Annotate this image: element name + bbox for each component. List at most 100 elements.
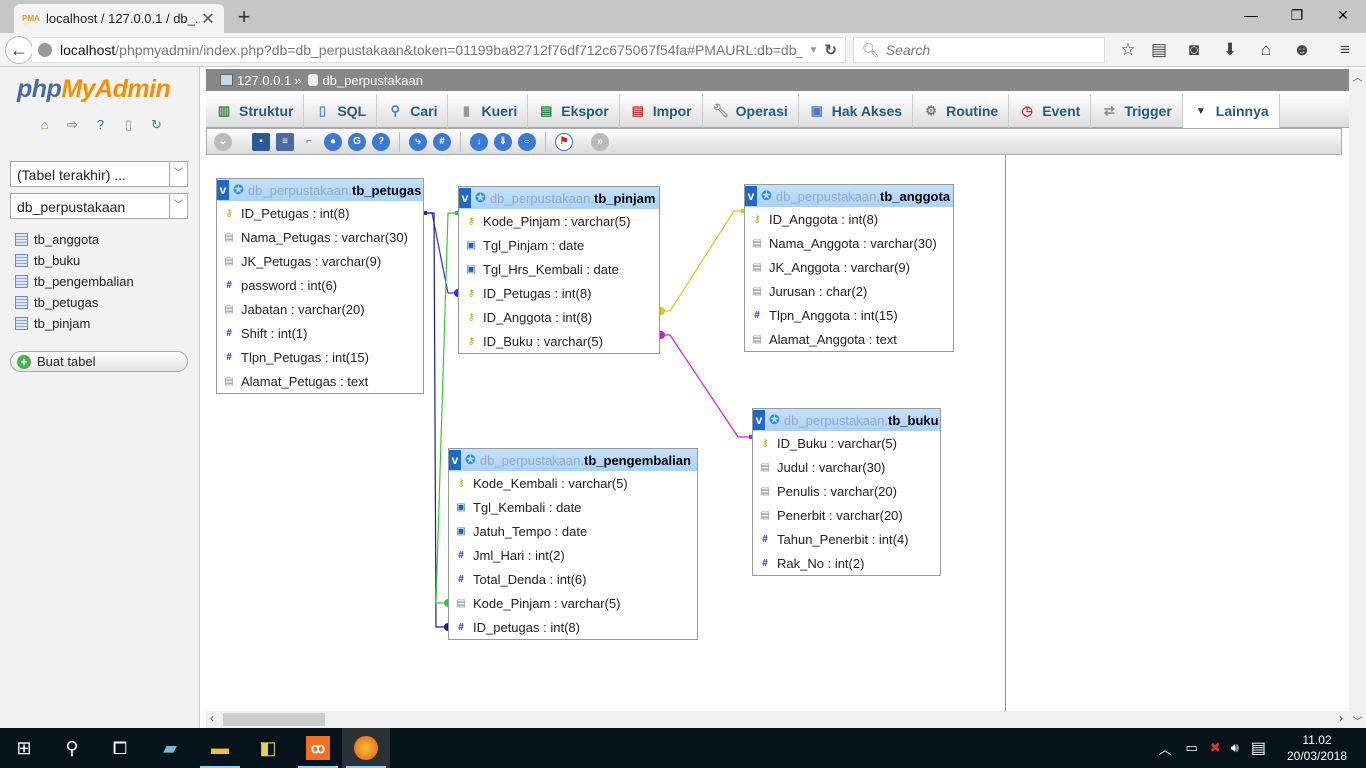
table-column-row[interactable]: ▣ Tgl_Hrs_Kembali : date — [459, 257, 659, 281]
table-column-row[interactable]: ▣ Tgl_Pinjam : date — [459, 233, 659, 257]
url-dropdown-icon[interactable]: ▼ — [809, 45, 819, 56]
sidebar-item-tb-petugas[interactable]: tb_petugas — [15, 292, 134, 313]
show-hidden-icons[interactable]: ︿ — [1158, 739, 1171, 758]
table-column-row[interactable]: # Shift : int(1) — [217, 321, 423, 345]
horizontal-scroll-thumb[interactable] — [223, 713, 325, 726]
table-column-row[interactable]: ▤ Jurusan : char(2) — [745, 279, 953, 303]
table-column-row[interactable]: ⚷ Kode_Kembali : varchar(5) — [449, 471, 697, 495]
table-column-row[interactable]: # Tlpn_Petugas : int(15) — [217, 345, 423, 369]
table-column-row[interactable]: ▤ Penerbit : varchar(20) — [753, 503, 940, 527]
table-column-row[interactable]: ▤ JK_Petugas : varchar(9) — [217, 249, 423, 273]
table-column-row[interactable]: # Tlpn_Anggota : int(15) — [745, 303, 953, 327]
table-column-row[interactable]: # Jml_Hari : int(2) — [449, 543, 697, 567]
small-big-all-icon[interactable]: ↓ — [470, 132, 488, 151]
table-options-icon[interactable]: ✪ — [233, 182, 244, 198]
logout-icon[interactable]: ⇨ — [64, 117, 81, 133]
action-center-icon[interactable]: ▤ — [1251, 738, 1266, 758]
table-options-icon[interactable]: ✪ — [769, 412, 780, 428]
save-icon[interactable]: ▪ — [252, 132, 270, 151]
taskbar-firefox[interactable] — [342, 728, 390, 768]
table-column-row[interactable]: ▤ Alamat_Anggota : text — [745, 327, 953, 351]
table-column-row[interactable]: ▤ Nama_Petugas : varchar(30) — [217, 225, 423, 249]
scroll-left-icon[interactable]: ‹ — [210, 711, 214, 725]
table-column-row[interactable]: ⚷ ID_Petugas : int(8) — [217, 201, 423, 225]
sidebar-item-tb-pengembalian[interactable]: tb_pengembalian — [15, 271, 134, 292]
tab-routine[interactable]: ⚙ Routine — [913, 94, 1010, 128]
fullscreen-icon[interactable]: ⇔ — [518, 132, 536, 151]
tab-ekspor[interactable]: ▤ Ekspor — [528, 94, 620, 128]
task-view-button[interactable]: ⧠ — [96, 728, 144, 768]
taskbar-file-explorer[interactable]: ▬ — [196, 728, 244, 768]
toggle-columns-icon[interactable]: v — [745, 186, 757, 206]
table-column-row[interactable]: ▤ Judul : varchar(30) — [753, 455, 940, 479]
table-column-row[interactable]: ▤ Alamat_Petugas : text — [217, 369, 423, 393]
table-column-row[interactable]: # Tahun_Penerbit : int(4) — [753, 527, 940, 551]
taskbar-sticky-notes[interactable]: ◧ — [244, 728, 292, 768]
table-column-row[interactable]: ▣ Jatuh_Tempo : date — [449, 519, 697, 543]
close-window-button[interactable]: ✕ — [1320, 0, 1366, 30]
table-options-icon[interactable]: ✪ — [761, 188, 772, 204]
start-button[interactable]: ⊞ — [0, 728, 48, 768]
database-select[interactable]: db_perpustakaan ﹀ — [10, 193, 188, 219]
tab-impor[interactable]: ▤ Impor — [620, 94, 703, 128]
menu-icon[interactable]: ≡ — [1335, 41, 1355, 59]
table-header[interactable]: v ✪ db_perpustakaan. tb_buku — [753, 409, 940, 431]
designer-table-tb-pengembalian[interactable]: v ✪ db_perpustakaan. tb_pengembalian ⚷ Kode_K… — [448, 448, 698, 640]
scroll-down-icon[interactable]: ﹀ — [1349, 713, 1366, 728]
bookmark-star-icon[interactable]: ☆ — [1118, 41, 1138, 59]
table-column-row[interactable]: ⚷ ID_Buku : varchar(5) — [753, 431, 940, 455]
table-column-row[interactable]: ▣ Tgl_Kembali : date — [449, 495, 697, 519]
toggle-columns-icon[interactable]: v — [753, 410, 765, 430]
table-header[interactable]: v ✪ db_perpustakaan. tb_petugas — [217, 179, 423, 201]
home-icon[interactable]: ⌂ — [1256, 41, 1276, 59]
table-column-row[interactable]: ▤ JK_Anggota : varchar(9) — [745, 255, 953, 279]
tab-hak-akses[interactable]: ▣ Hak Akses — [799, 94, 914, 128]
snap-grid-icon[interactable]: # — [433, 132, 451, 151]
table-column-row[interactable]: ⚷ ID_Buku : varchar(5) — [459, 329, 659, 353]
tab-event[interactable]: ◷ Event — [1009, 94, 1092, 128]
help-icon[interactable]: ? — [372, 132, 390, 151]
table-column-row[interactable]: ⚷ ID_Anggota : int(8) — [459, 305, 659, 329]
designer-table-tb-petugas[interactable]: v ✪ db_perpustakaan. tb_petugas ⚷ ID_Petugas … — [216, 178, 424, 394]
tab-cari[interactable]: ⚲ Cari — [377, 94, 449, 128]
table-column-row[interactable]: ▤ Jabatan : varchar(20) — [217, 297, 423, 321]
angular-links-icon[interactable]: ⤷ — [409, 132, 427, 151]
restore-button[interactable]: ❐ — [1274, 0, 1320, 30]
toggle-columns-icon[interactable]: v — [217, 180, 229, 200]
table-options-icon[interactable]: ✪ — [465, 452, 476, 468]
designer-table-tb-buku[interactable]: v ✪ db_perpustakaan. tb_buku ⚷ ID_Buku : varc… — [752, 408, 941, 576]
battery-icon[interactable]: ▭ — [1185, 740, 1197, 756]
designer-table-tb-pinjam[interactable]: v ✪ db_perpustakaan. tb_pinjam ⚷ Kode_Pinjam … — [458, 186, 660, 354]
table-column-row[interactable]: ▤ Nama_Anggota : varchar(30) — [745, 231, 953, 255]
documentation-icon[interactable]: ▯ — [120, 117, 137, 133]
table-column-row[interactable]: # password : int(6) — [217, 273, 423, 297]
wifi-disconnected-icon[interactable]: ✖ — [1210, 740, 1221, 756]
table-header[interactable]: v ✪ db_perpustakaan. tb_anggota — [745, 185, 953, 207]
taskbar-xampp[interactable]: ꝏ — [294, 728, 342, 768]
taskbar-notepad[interactable]: ▰ — [146, 728, 194, 768]
tab-struktur[interactable]: ▥ Struktur — [206, 94, 305, 128]
more-icon[interactable]: » — [591, 132, 609, 151]
table-options-icon[interactable]: ✪ — [475, 190, 486, 206]
horizontal-scrollbar[interactable]: ‹ › — [206, 711, 1349, 728]
minimize-button[interactable]: — — [1228, 0, 1274, 30]
table-column-row[interactable]: ⚷ ID_Anggota : int(8) — [745, 207, 953, 231]
toggle-columns-icon[interactable]: v — [449, 450, 461, 470]
reload-icon[interactable]: ↻ — [148, 117, 165, 133]
load-page-icon[interactable]: ≡ — [276, 132, 294, 151]
sidebar-item-tb-anggota[interactable]: tb_anggota — [15, 229, 134, 250]
tab-sql[interactable]: ▯ SQL — [304, 94, 378, 128]
toggle-small-big-icon[interactable]: ⇓ — [494, 132, 512, 151]
designer-table-tb-anggota[interactable]: v ✪ db_perpustakaan. tb_anggota ⚷ ID_Anggota … — [744, 184, 954, 352]
table-column-row[interactable]: ⚷ Kode_Pinjam : varchar(5) — [459, 209, 659, 233]
pocket-icon[interactable]: ◙ — [1184, 41, 1204, 59]
table-header[interactable]: v ✪ db_perpustakaan. tb_pengembalian — [449, 449, 697, 471]
create-relation-icon[interactable]: ● — [324, 132, 342, 151]
table-column-row[interactable]: # Total_Denda : int(6) — [449, 567, 697, 591]
table-column-row[interactable]: # ID_petugas : int(8) — [449, 615, 697, 639]
toggle-menu-icon[interactable]: ⌄ — [214, 132, 232, 151]
home-icon[interactable]: ⌂ — [36, 117, 53, 133]
tab-trigger[interactable]: ⇄ Trigger — [1091, 94, 1183, 128]
recent-tables-select[interactable]: (Tabel terakhir) ... ﹀ — [10, 161, 188, 187]
reload-icon[interactable]: ↻ — [824, 41, 837, 59]
